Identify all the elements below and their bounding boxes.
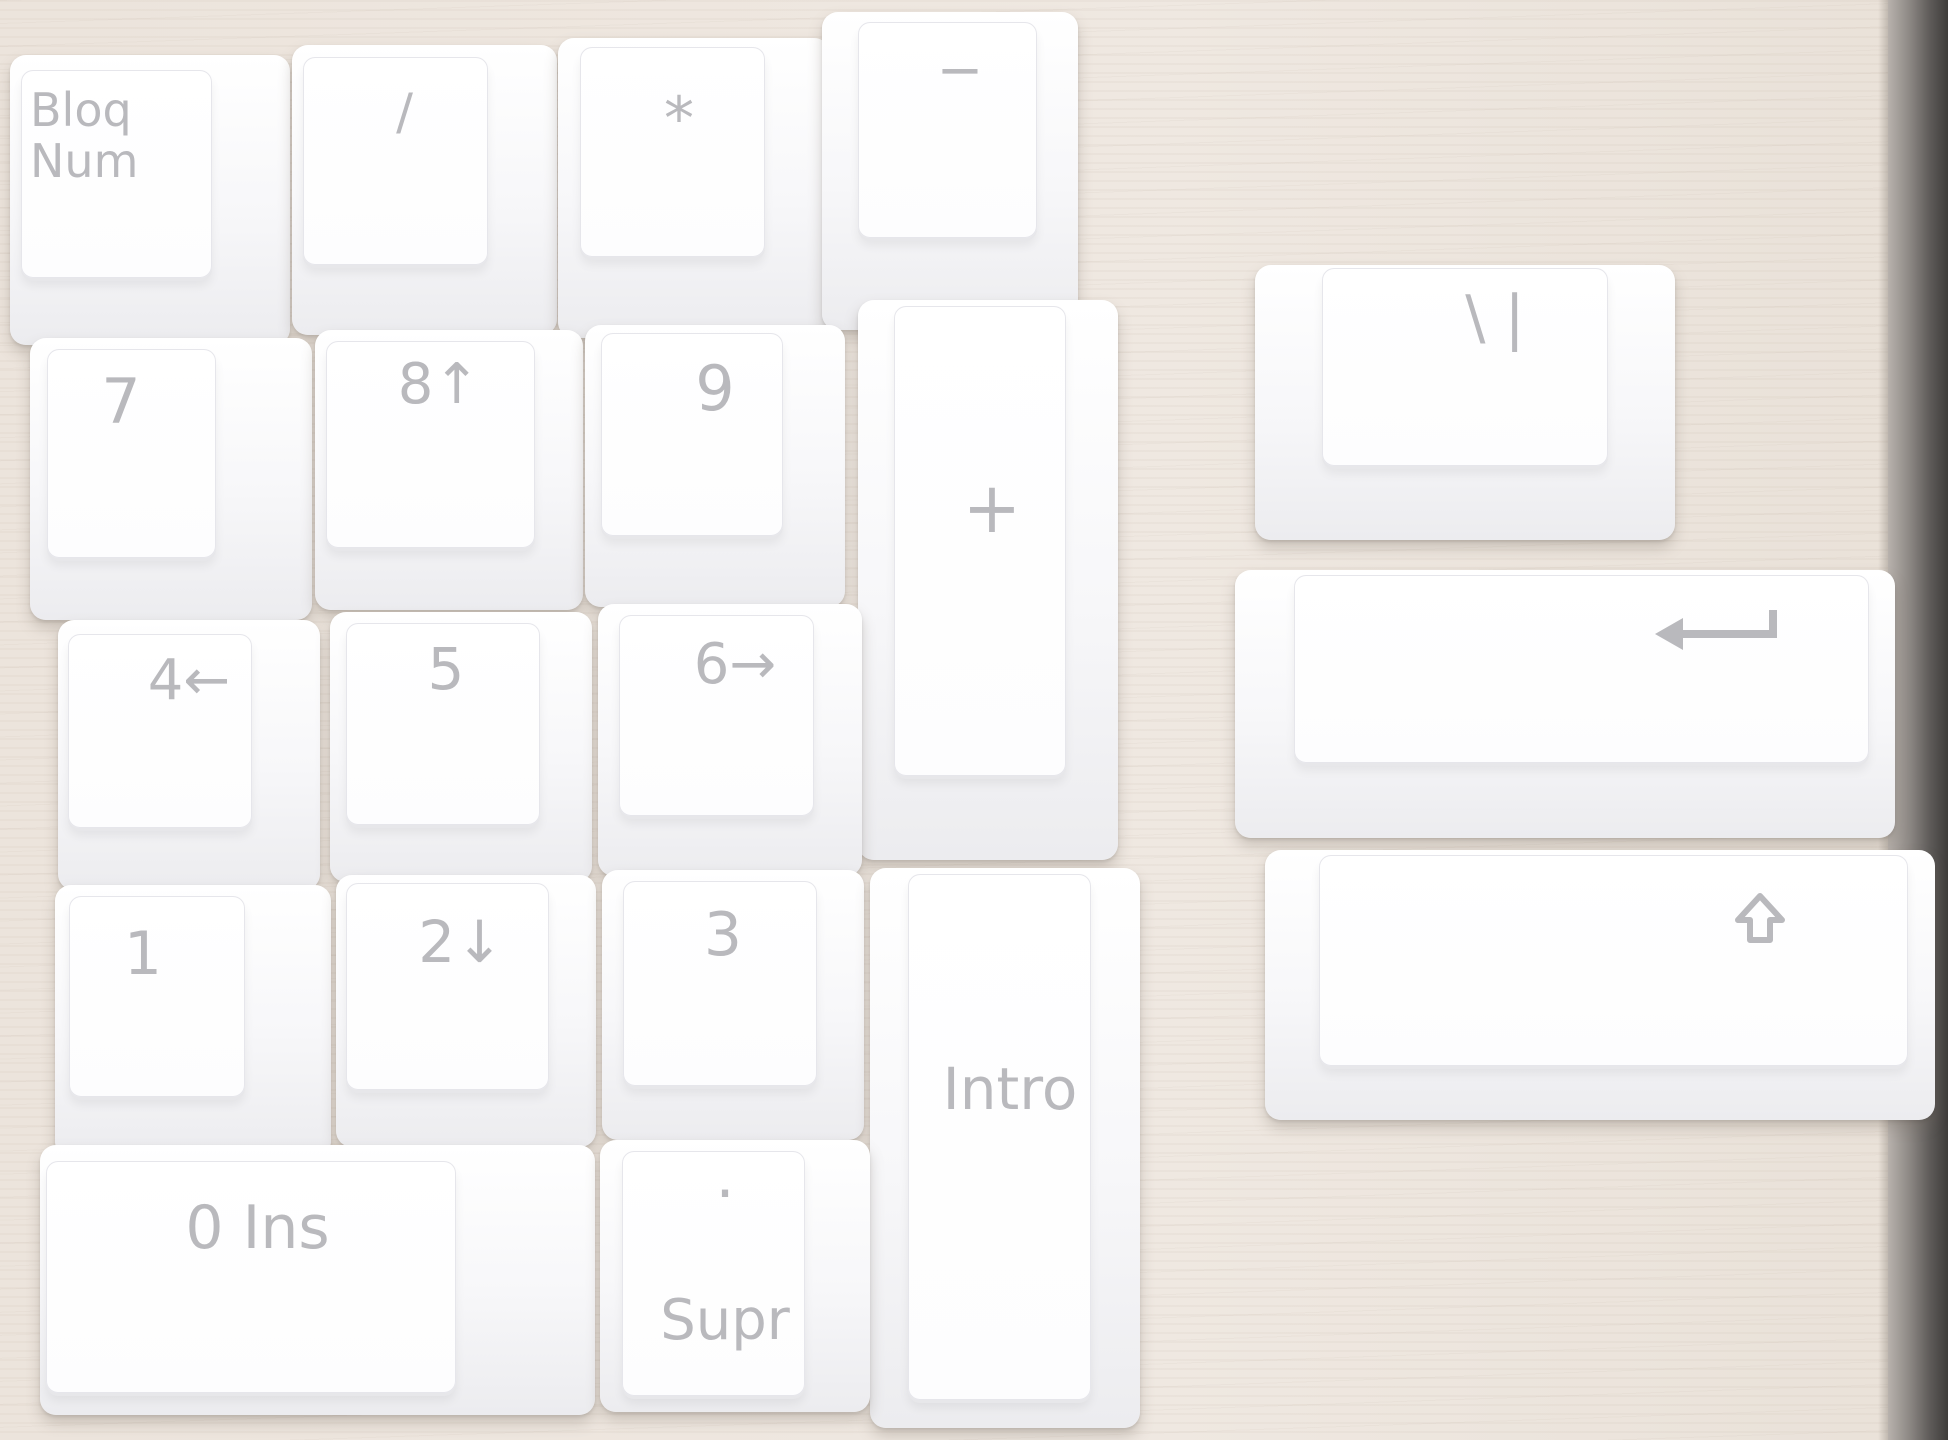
key-9[interactable]: 9 [585, 325, 845, 607]
enter-arrow-icon [1535, 600, 1895, 664]
key-label: − [936, 38, 984, 103]
key-2[interactable]: 2↓ [336, 875, 596, 1147]
key-label: / [396, 83, 413, 141]
key-shift[interactable] [1265, 850, 1935, 1120]
key-supr[interactable]: . Supr [600, 1140, 870, 1412]
key-label: Intro [942, 1055, 1078, 1123]
key-backslash-pipe[interactable]: \ | [1255, 265, 1675, 540]
key-label: 7 [101, 365, 141, 438]
key-label: 4← [147, 648, 231, 713]
key-label: + [962, 467, 1022, 549]
key-label: 3 [703, 900, 743, 970]
key-6[interactable]: 6→ [598, 604, 862, 876]
key-label: 9 [695, 352, 735, 425]
key-label: 1 [123, 919, 163, 989]
key-dot-label: . [715, 1142, 735, 1212]
key-label: 0 Ins [185, 1193, 330, 1263]
key-5[interactable]: 5 [330, 612, 592, 882]
key-label: 2↓ [418, 908, 504, 976]
key-8[interactable]: 8↑ [315, 330, 583, 610]
keycap-top [1318, 855, 1909, 1066]
key-enter[interactable] [1235, 570, 1895, 838]
key-label: 5 [427, 635, 465, 703]
key-1[interactable]: 1 [55, 885, 331, 1157]
key-label: \ | [1465, 283, 1525, 353]
key-label: * [664, 84, 694, 154]
monitor-edge [1878, 0, 1948, 1440]
key-4[interactable]: 4← [58, 620, 320, 890]
key-7[interactable]: 7 [30, 338, 312, 620]
key-bloq-num[interactable]: Bloq Num [10, 55, 290, 345]
key-label: 6→ [693, 632, 777, 697]
key-plus[interactable]: + [858, 300, 1118, 860]
key-slash[interactable]: / [292, 45, 557, 335]
shift-arrow-icon [1585, 890, 1935, 950]
key-asterisk[interactable]: * [558, 38, 830, 338]
key-label: Bloq Num [30, 83, 139, 188]
key-intro[interactable]: Intro [870, 868, 1140, 1428]
key-label: 8↑ [397, 352, 481, 417]
keycap-top [907, 873, 1092, 1400]
key-label: Supr [660, 1288, 790, 1353]
key-minus[interactable]: − [822, 12, 1078, 330]
key-3[interactable]: 3 [602, 870, 864, 1140]
key-0-ins[interactable]: 0 Ins [40, 1145, 595, 1415]
